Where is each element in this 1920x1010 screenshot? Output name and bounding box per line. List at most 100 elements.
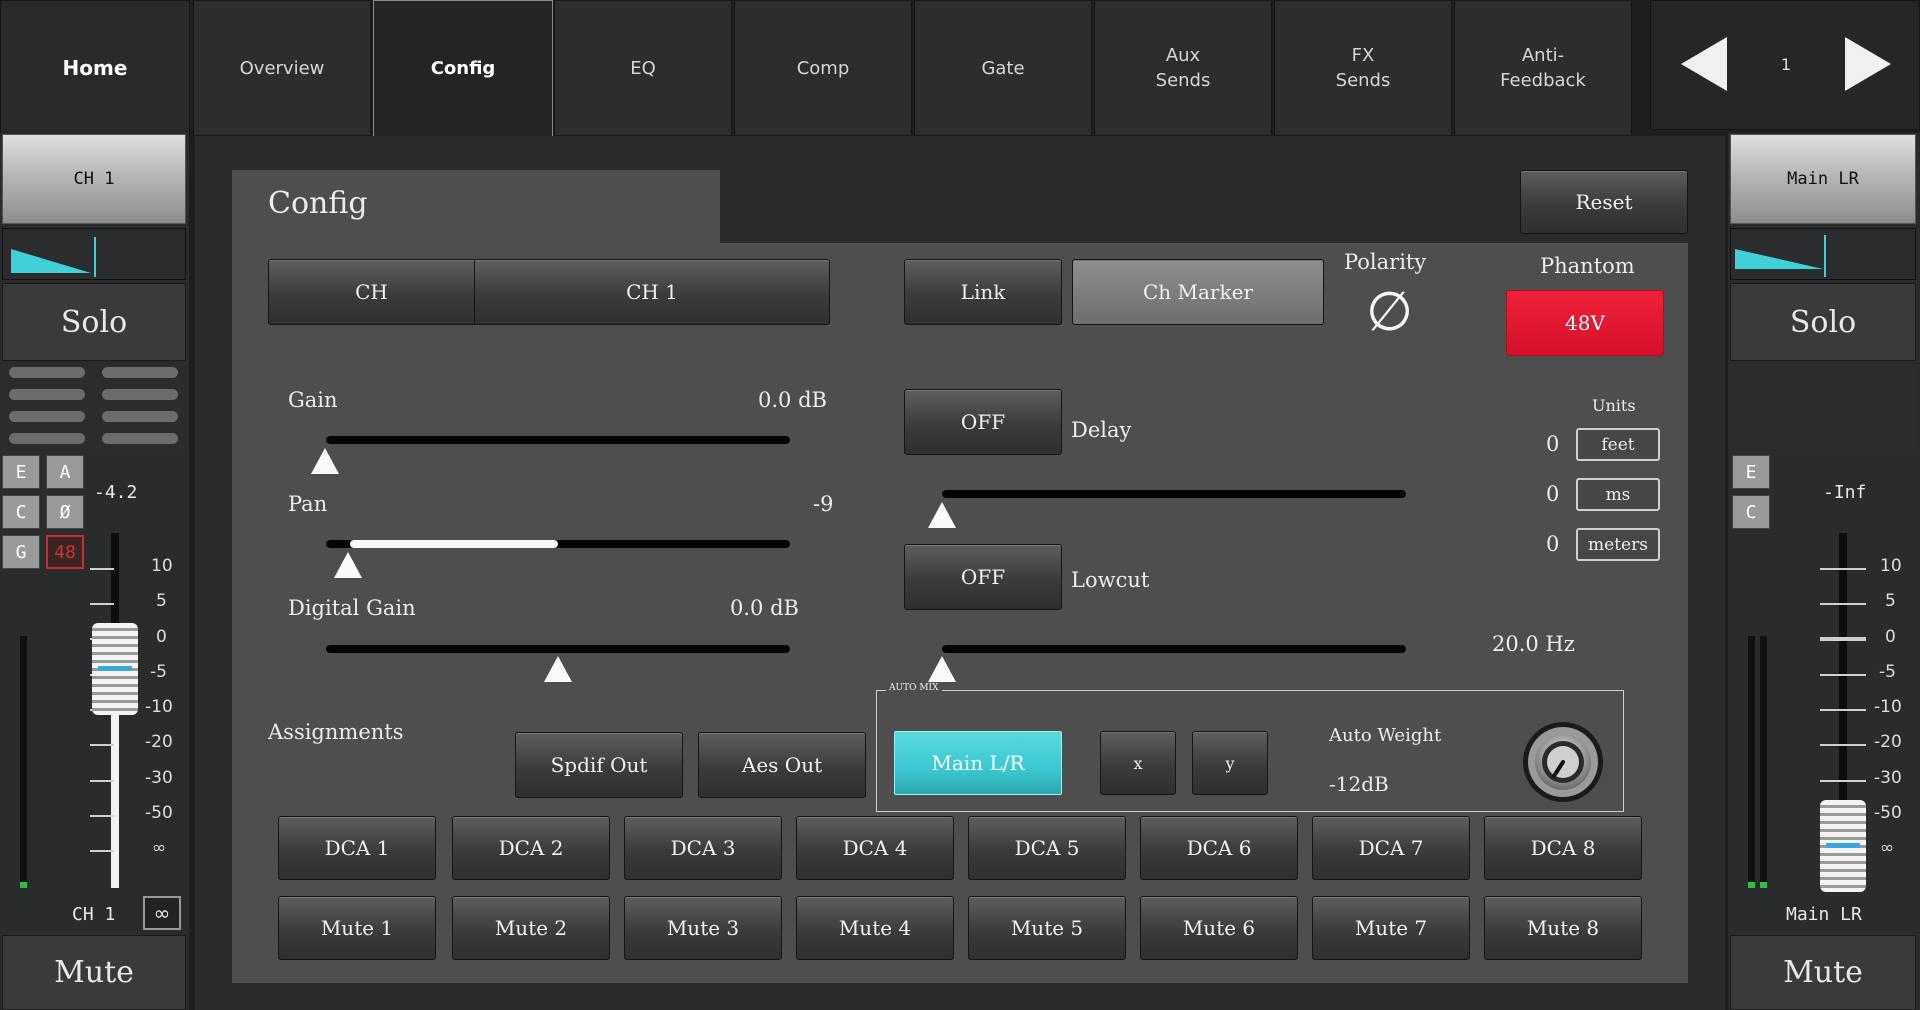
- pan-label: Pan: [288, 492, 328, 516]
- dca-7-button[interactable]: DCA 7: [1312, 816, 1470, 880]
- main-name-label: Main LR: [1786, 904, 1862, 925]
- mute-group-8-button[interactable]: Mute 8: [1484, 896, 1642, 960]
- scale-label: -20: [145, 732, 173, 752]
- tab-eq[interactable]: EQ: [554, 0, 732, 136]
- mute-group-1-button[interactable]: Mute 1: [278, 896, 436, 960]
- main-level-meter-right: [1760, 636, 1767, 888]
- gain-slider-track[interactable]: [326, 436, 790, 444]
- delay-feet-value: 0: [1546, 432, 1560, 456]
- channel-select-button[interactable]: CH 1: [2, 134, 186, 224]
- comp-toggle[interactable]: C: [2, 495, 40, 529]
- main-scale-label: -50: [1874, 803, 1902, 823]
- unit-feet-button[interactable]: feet: [1576, 428, 1660, 461]
- unit-ms-button[interactable]: ms: [1576, 478, 1660, 511]
- channel-level-readout: -4.2: [94, 482, 138, 503]
- mute-group-6-button[interactable]: Mute 6: [1140, 896, 1298, 960]
- level-meter: [20, 636, 27, 888]
- main-fader-knob[interactable]: [1820, 800, 1866, 892]
- polarity-label: Polarity: [1344, 250, 1427, 274]
- phase-toggle[interactable]: Ø: [46, 495, 84, 529]
- main-eq-indicator: [1730, 364, 1916, 450]
- main-lr-assign-button[interactable]: Main L/R: [894, 731, 1062, 795]
- auto-weight-knob[interactable]: [1520, 720, 1606, 804]
- mute-group-7-button[interactable]: Mute 7: [1312, 896, 1470, 960]
- main-level-meter-left: [1748, 636, 1755, 888]
- gain-label: Gain: [288, 388, 338, 412]
- auto-mix-y-button[interactable]: y: [1192, 731, 1268, 795]
- dca-5-button[interactable]: DCA 5: [968, 816, 1126, 880]
- main-mute-button[interactable]: Mute: [1730, 935, 1916, 1010]
- main-scale-label: 0: [1885, 627, 1896, 647]
- scale-label: -30: [145, 768, 173, 788]
- scale-label: 5: [156, 591, 167, 611]
- solo-button[interactable]: Solo: [2, 283, 186, 361]
- next-page-icon[interactable]: [1845, 37, 1891, 91]
- ch-marker-button[interactable]: Ch Marker: [1072, 259, 1324, 325]
- pan-slider-thumb[interactable]: [334, 552, 362, 578]
- mute-group-2-button[interactable]: Mute 2: [452, 896, 610, 960]
- main-scale-label: 5: [1885, 591, 1896, 611]
- tab-anti-feedback[interactable]: Anti- Feedback: [1454, 0, 1632, 136]
- scale-label: 0: [156, 627, 167, 647]
- knob-icon: [1523, 722, 1603, 802]
- reset-button[interactable]: Reset: [1520, 170, 1688, 234]
- mute-group-5-button[interactable]: Mute 5: [968, 896, 1126, 960]
- auto-mix-x-button[interactable]: x: [1100, 731, 1176, 795]
- assignments-label: Assignments: [268, 720, 404, 744]
- aux-toggle[interactable]: A: [46, 455, 84, 489]
- mute-group-3-button[interactable]: Mute 3: [624, 896, 782, 960]
- delay-slider-thumb[interactable]: [928, 502, 956, 528]
- delay-toggle-button[interactable]: OFF: [904, 389, 1062, 455]
- delay-ms-value: 0: [1546, 482, 1560, 506]
- dca-2-button[interactable]: DCA 2: [452, 816, 610, 880]
- delay-meters-value: 0: [1546, 532, 1560, 556]
- tab-fx-sends[interactable]: FX Sends: [1274, 0, 1452, 136]
- lowcut-value: 20.0 Hz: [1492, 632, 1575, 656]
- tab-comp[interactable]: Comp: [734, 0, 912, 136]
- pan-slider-track[interactable]: [326, 540, 790, 548]
- main-eq-toggle[interactable]: E: [1732, 455, 1770, 489]
- dca-3-button[interactable]: DCA 3: [624, 816, 782, 880]
- ch-type-button[interactable]: CH: [268, 259, 475, 325]
- dca-6-button[interactable]: DCA 6: [1140, 816, 1298, 880]
- lowcut-slider-track[interactable]: [942, 645, 1406, 653]
- mute-button[interactable]: Mute: [2, 935, 186, 1010]
- dca-4-button[interactable]: DCA 4: [796, 816, 954, 880]
- main-scale-label: -30: [1874, 768, 1902, 788]
- auto-weight-value: -12dB: [1329, 772, 1389, 796]
- phantom-48v-button[interactable]: 48V: [1506, 290, 1664, 356]
- unit-meters-button[interactable]: meters: [1576, 528, 1660, 561]
- dca-1-button[interactable]: DCA 1: [278, 816, 436, 880]
- eq-toggle[interactable]: E: [2, 455, 40, 489]
- gain-slider-thumb[interactable]: [311, 448, 339, 474]
- main-scale-label: -20: [1874, 732, 1902, 752]
- tab-gate[interactable]: Gate: [914, 0, 1092, 136]
- link-button[interactable]: Link: [904, 259, 1062, 325]
- tab-aux-sends[interactable]: Aux Sends: [1094, 0, 1272, 136]
- main-lr-select-button[interactable]: Main LR: [1730, 134, 1916, 224]
- mute-group-4-button[interactable]: Mute 4: [796, 896, 954, 960]
- pan-shape-icon: [1735, 235, 1826, 277]
- lowcut-toggle-button[interactable]: OFF: [904, 544, 1062, 610]
- tab-home[interactable]: Home: [0, 0, 190, 136]
- dca-8-button[interactable]: DCA 8: [1484, 816, 1642, 880]
- tab-config[interactable]: Config: [373, 0, 553, 136]
- ch-select-button[interactable]: CH 1: [474, 259, 830, 325]
- delay-label: Delay: [1071, 418, 1132, 442]
- pan-shape-icon: [11, 237, 96, 277]
- delay-slider-track[interactable]: [942, 490, 1406, 498]
- lowcut-slider-thumb[interactable]: [928, 656, 956, 682]
- fader-knob[interactable]: [92, 623, 138, 715]
- phantom-indicator: 48: [46, 535, 84, 569]
- stereo-link-button[interactable]: ∞: [143, 896, 181, 930]
- aes-out-button[interactable]: Aes Out: [698, 732, 866, 798]
- digital-gain-slider-thumb[interactable]: [544, 656, 572, 682]
- polarity-icon[interactable]: ∅: [1366, 282, 1413, 342]
- gate-toggle[interactable]: G: [2, 535, 40, 569]
- fader-scale: [90, 568, 114, 868]
- spdif-out-button[interactable]: Spdif Out: [515, 732, 683, 798]
- digital-gain-slider-track[interactable]: [326, 645, 790, 653]
- tab-overview[interactable]: Overview: [193, 0, 371, 136]
- main-comp-toggle[interactable]: C: [1732, 495, 1770, 529]
- main-solo-button[interactable]: Solo: [1730, 283, 1916, 361]
